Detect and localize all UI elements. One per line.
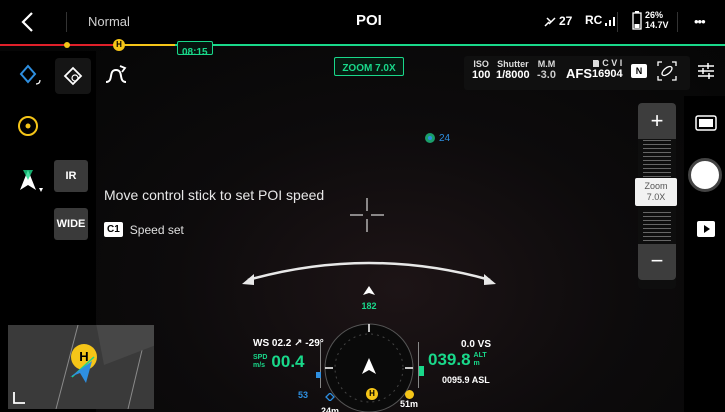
poi-target-marker[interactable]: 24 (424, 132, 450, 144)
shutter-button[interactable] (688, 158, 722, 192)
speed-scale (316, 342, 321, 388)
minimap-expand-button[interactable] (12, 391, 26, 405)
zoom-out-button[interactable]: − (638, 244, 676, 280)
satellite-status: 27 (543, 14, 572, 28)
satellite-icon (544, 17, 556, 27)
alt-scale (418, 342, 424, 388)
target-lock-button[interactable] (16, 114, 40, 138)
orbit-path-button[interactable] (100, 60, 132, 90)
top-bar: Normal POI 27 RC 26% 14.7V ••• (0, 0, 725, 44)
wide-camera-button[interactable]: WIDE (54, 208, 88, 240)
playback-button[interactable] (696, 220, 716, 238)
target-circle-icon (18, 116, 38, 136)
chevron-left-icon (21, 12, 33, 32)
rc-signal: RC (585, 13, 618, 27)
focus-mode[interactable]: AFS (566, 66, 592, 81)
target-pin-icon (425, 133, 435, 143)
compass-home-marker-icon: H (366, 388, 378, 400)
ir-camera-button[interactable]: IR (54, 160, 88, 192)
progress-start-marker (64, 42, 70, 48)
altitude: 039.8 ALT m (428, 350, 487, 369)
gimbal-reset-icon (657, 61, 677, 81)
small-diamond-icon (325, 392, 335, 402)
zoom-badge: ZOOM 7.0X (334, 57, 404, 76)
play-icon (697, 221, 715, 237)
zoom-level-indicator: Zoom 7.0X (635, 178, 677, 206)
home-distance-right: 51m (400, 390, 418, 409)
battery-icon (632, 11, 642, 30)
home-distance: 53 (298, 390, 309, 400)
horizontal-speed: SPD m/s 00.4 (253, 352, 305, 371)
wind-speed: WS 02.2 ↗ -29° (253, 338, 324, 349)
poi-mode-button[interactable] (55, 58, 91, 94)
aircraft-heading-icon (363, 286, 375, 295)
photo-mode-badge[interactable]: N (631, 64, 647, 78)
target-distance-marker: 24m (321, 388, 339, 412)
reset-gimbal-button[interactable] (655, 59, 679, 83)
zoom-scale[interactable] (643, 140, 671, 180)
aircraft-position-icon (70, 356, 95, 383)
zoom-scale-lower[interactable] (643, 212, 671, 244)
home-marker-icon: H (113, 39, 125, 51)
minimap[interactable]: H (8, 325, 154, 409)
iso-param: ISO 100 (472, 59, 491, 81)
poi-diamond-icon (63, 66, 83, 86)
waypoint-mode-button[interactable] (18, 62, 46, 90)
flight-progress-bar: H 08:15 (0, 39, 725, 58)
sliders-icon (698, 63, 714, 79)
center-crosshair (350, 198, 384, 232)
storage-param: C V I 16904 (592, 58, 623, 80)
corner-expand-icon (13, 392, 25, 404)
flight-timer: 08:15 (177, 41, 213, 58)
orbit-path-icon (105, 65, 127, 83)
c1-key-badge: C1 (104, 222, 123, 237)
page-title: POI (356, 12, 382, 29)
waypoint-diamond-icon (19, 64, 41, 85)
sd-card-icon (593, 59, 600, 67)
camera-mode-button[interactable] (694, 113, 718, 133)
zoom-in-button[interactable]: + (638, 103, 676, 139)
back-button[interactable] (16, 8, 40, 36)
settings-button[interactable] (695, 60, 717, 82)
more-menu-button[interactable]: ••• (694, 14, 706, 29)
poi-speed-hint: Move control stick to set POI speed (104, 187, 325, 203)
shutter-param: Shutter 1/8000 (496, 59, 530, 81)
flight-mode[interactable]: Normal (88, 14, 130, 29)
ev-param: M.M -3.0 (537, 59, 556, 81)
vertical-speed: 0.0 VS (461, 339, 492, 350)
heading-above-indicator: 182 (357, 283, 381, 311)
speed-set-hint: C1 Speed set (104, 222, 184, 237)
altitude-asl: 0095.9 ASL (442, 375, 490, 385)
aircraft-arrow-icon (20, 170, 43, 192)
battery-status: 26% 14.7V (632, 10, 669, 30)
camera-view: Normal POI 27 RC 26% 14.7V ••• H 08:15 I… (0, 0, 725, 412)
frame-icon (695, 115, 717, 131)
aircraft-indicator (16, 166, 46, 196)
right-rail (684, 96, 725, 412)
